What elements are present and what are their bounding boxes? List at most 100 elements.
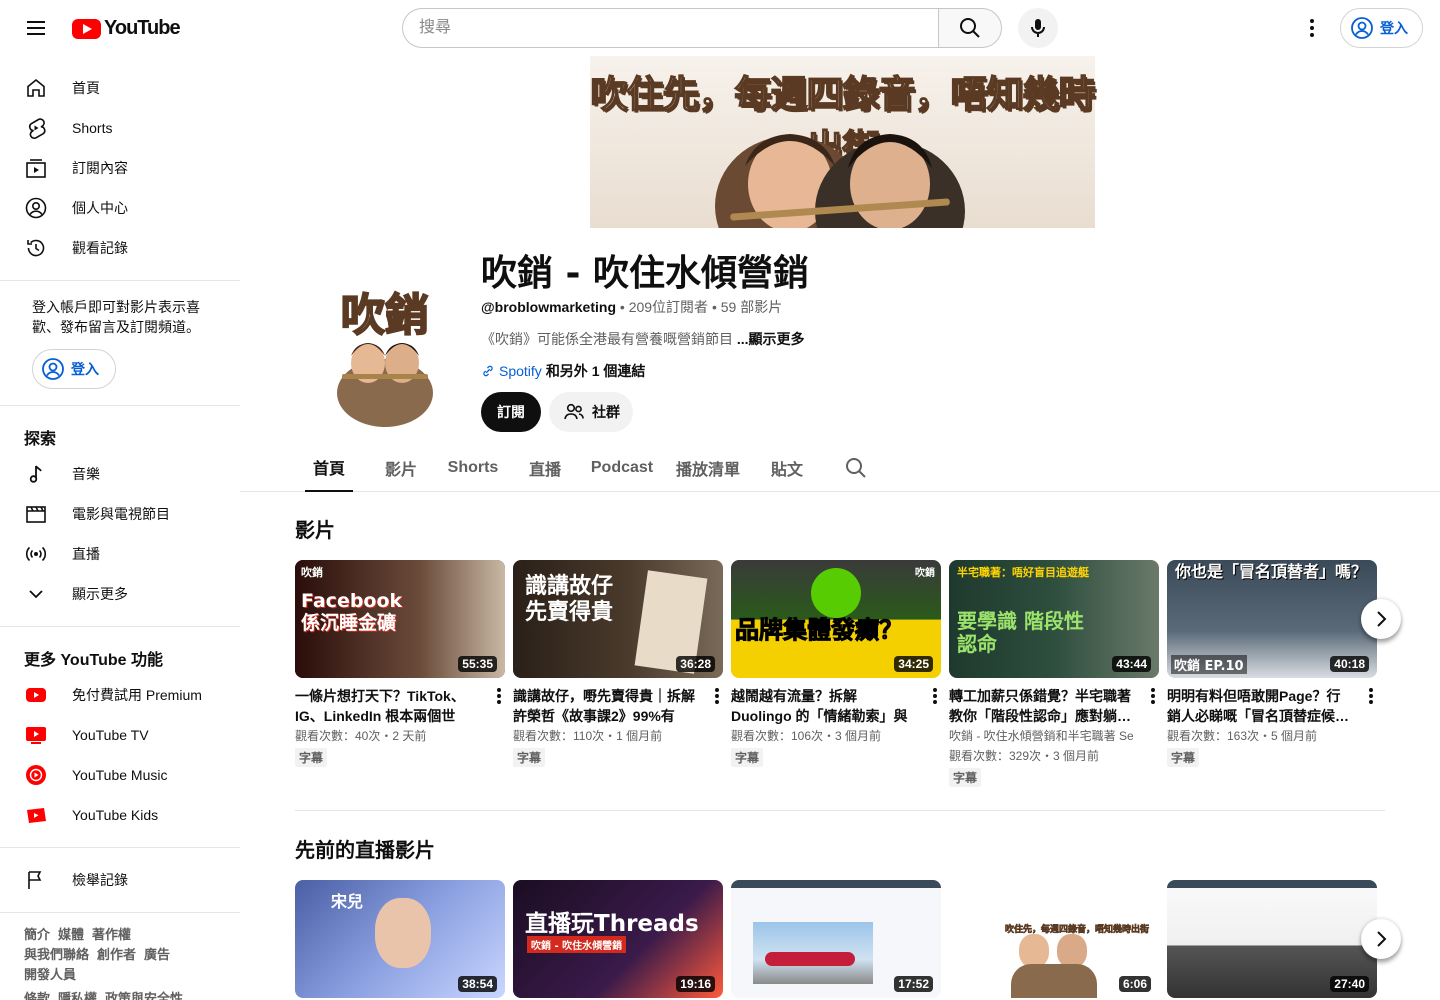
video-thumbnail[interactable]: 17:52 — [731, 880, 941, 998]
sidebar-item-movies[interactable]: 電影與電視節目 — [0, 494, 240, 534]
youtube-logo[interactable]: YouTube — [72, 17, 181, 40]
more-vert-icon[interactable] — [709, 684, 725, 708]
avatar-text: 吹銷 — [341, 290, 429, 341]
footer-link-advertise[interactable]: 廣告 — [144, 947, 170, 962]
video-title[interactable]: 明明有料但唔敢開Page？行銷人必睇嘅「冒名頂替症候… — [1167, 686, 1351, 726]
tab-posts[interactable]: 貼文 — [763, 444, 811, 492]
video-card[interactable]: 27:40 — [1167, 880, 1377, 998]
video-card[interactable]: 識講故仔 先賣得貴 36:28 識講故仔，嘢先賣得貴｜拆解許榮哲《故事課2》99… — [513, 560, 723, 767]
video-thumbnail[interactable]: 半宅職著：唔好盲目追遊艇 要學識 階段性認命 43:44 — [949, 560, 1159, 678]
thumbnail-text: Facebook 係沉睡金礦 — [301, 590, 403, 634]
video-card[interactable]: 吹住先，每週四錄音，唔知幾時出街 6:06 — [949, 880, 1159, 998]
sidebar-item-youtube-tv[interactable]: YouTube TV — [0, 715, 240, 755]
sidebar-item-youtube-kids[interactable]: YouTube Kids — [0, 795, 240, 835]
sidebar-item-music[interactable]: 音樂 — [0, 454, 240, 494]
channel-description[interactable]: 《吹銷》可能係全港最有營養嘅營銷節目 ...顯示更多 — [481, 329, 805, 349]
more-youtube-heading: 更多 YouTube 功能 — [24, 652, 163, 669]
subscribe-button[interactable]: 訂閱 — [481, 392, 541, 432]
video-thumbnail[interactable]: 直播玩Threads 吹銷 - 吹住水傾營銷 19:16 — [513, 880, 723, 998]
voice-search-button[interactable] — [1018, 8, 1058, 48]
sidebar-item-show-more[interactable]: 顯示更多 — [0, 574, 240, 614]
sidebar-divider — [0, 912, 240, 913]
footer-link-copyright[interactable]: 著作權 — [92, 927, 131, 942]
show-more-link[interactable]: ...顯示更多 — [737, 331, 805, 347]
video-channel[interactable]: 吹銷 - 吹住水傾營銷和半宅職著 Semi … — [949, 726, 1133, 746]
more-vert-icon[interactable] — [1145, 684, 1161, 708]
footer-link-creators[interactable]: 創作者 — [97, 947, 136, 962]
sidebar-item-label: 免付費試用 Premium — [72, 687, 202, 703]
footer-link-developers[interactable]: 開發人員 — [24, 967, 76, 982]
signin-button[interactable]: 登入 — [1340, 8, 1423, 48]
spotify-link[interactable]: Spotify — [499, 363, 542, 379]
footer-link-terms[interactable]: 條款 — [24, 991, 50, 1000]
sidebar-item-subscriptions[interactable]: 訂閱內容 — [0, 148, 240, 188]
video-card[interactable]: 宋兒 38:54 — [295, 880, 505, 998]
shelf-title-past-live[interactable]: 先前的直播影片 — [295, 834, 435, 863]
thumbnail-text: 品牌集體發癲？ — [735, 616, 904, 645]
sidebar-item-you[interactable]: 個人中心 — [0, 188, 240, 228]
sidebar-item-label: YouTube Kids — [72, 807, 159, 823]
channel-meta: @broblowmarketing • 209位訂閱者 • 59 部影片 — [481, 297, 782, 317]
video-thumbnail[interactable]: 品牌集體發癲？ 吹銷 34:25 — [731, 560, 941, 678]
sidebar-item-label: 直播 — [72, 546, 100, 562]
more-vert-icon[interactable] — [927, 684, 943, 708]
video-card[interactable]: 吹銷 Facebook 係沉睡金礦 55:35 一條片想打天下？TikTok、I… — [295, 560, 505, 767]
sidebar-item-live[interactable]: 直播 — [0, 534, 240, 574]
community-button[interactable]: 社群 — [549, 392, 633, 432]
footer-link-about[interactable]: 簡介 — [24, 927, 50, 942]
sidebar-item-report-history[interactable]: 檢舉記錄 — [0, 860, 240, 900]
sidebar-divider — [0, 847, 240, 848]
chevron-right-icon — [1377, 931, 1387, 947]
footer-link-policy[interactable]: 政策與安全性 — [105, 991, 183, 1000]
video-title[interactable]: 識講故仔，嘢先賣得貴｜拆解許榮哲《故事課2》99%有效… — [513, 686, 697, 726]
video-thumbnail[interactable]: 宋兒 38:54 — [295, 880, 505, 998]
shelf-next-button[interactable] — [1361, 919, 1401, 959]
microphone-icon — [1031, 19, 1045, 37]
sidebar-item-home[interactable]: 首頁 — [0, 68, 240, 108]
youtube-kids-icon — [24, 803, 48, 827]
tab-videos[interactable]: 影片 — [377, 444, 425, 492]
video-card[interactable]: 17:52 — [731, 880, 941, 998]
more-vert-icon[interactable] — [1363, 684, 1379, 708]
footer-link-privacy[interactable]: 隱私權 — [58, 991, 97, 1000]
footer-link-press[interactable]: 媒體 — [58, 927, 84, 942]
video-thumbnail[interactable]: 吹銷 Facebook 係沉睡金礦 55:35 — [295, 560, 505, 678]
more-links[interactable]: 和另外 1 個連結 — [546, 361, 646, 381]
video-card[interactable]: 你也是「冒名頂替者」嗎？ 吹銷 EP.10 40:18 明明有料但唔敢開Page… — [1167, 560, 1377, 767]
video-thumbnail[interactable]: 吹住先，每週四錄音，唔知幾時出街 6:06 — [949, 880, 1159, 998]
settings-more-button[interactable] — [1292, 8, 1332, 48]
video-thumbnail[interactable]: 識講故仔 先賣得貴 36:28 — [513, 560, 723, 678]
video-title[interactable]: 一條片想打天下？TikTok、IG、LinkedIn 根本兩個世界… — [295, 686, 479, 726]
sidebar-item-shorts[interactable]: Shorts — [0, 108, 240, 148]
shelf-title-videos[interactable]: 影片 — [295, 514, 335, 543]
sidebar-item-history[interactable]: 觀看記錄 — [0, 228, 240, 268]
search-icon[interactable] — [844, 456, 868, 480]
video-thumbnail[interactable]: 27:40 — [1167, 880, 1377, 998]
more-vert-icon[interactable] — [491, 684, 507, 708]
video-duration: 43:44 — [1112, 656, 1151, 672]
tab-home[interactable]: 首頁 — [305, 444, 353, 492]
tab-live[interactable]: 直播 — [521, 444, 569, 492]
channel-avatar[interactable]: 吹銷 — [320, 278, 450, 428]
search-input[interactable] — [402, 8, 938, 48]
community-label: 社群 — [592, 404, 620, 420]
captions-badge: 字幕 — [1167, 748, 1200, 767]
signin-label: 登入 — [1380, 20, 1408, 36]
video-title[interactable]: 越鬧越有流量？拆解 Duolingo 的「情緒勒索」與發癲行銷… — [731, 686, 915, 726]
shelf-next-button[interactable] — [1361, 599, 1401, 639]
sidebar-item-premium[interactable]: 免付費試用 Premium — [0, 675, 240, 715]
sidebar-signin-button[interactable]: 登入 — [32, 349, 116, 389]
tab-podcast[interactable]: Podcast — [589, 444, 655, 492]
video-card[interactable]: 直播玩Threads 吹銷 - 吹住水傾營銷 19:16 — [513, 880, 723, 998]
video-title[interactable]: 轉工加薪只係錯覺？半宅職著教你「階段性認命」應對躺… — [949, 686, 1133, 726]
sidebar-item-youtube-music[interactable]: YouTube Music — [0, 755, 240, 795]
footer-link-contact[interactable]: 與我們聯絡 — [24, 947, 89, 962]
search-button[interactable] — [938, 8, 1002, 48]
video-card[interactable]: 品牌集體發癲？ 吹銷 34:25 越鬧越有流量？拆解 Duolingo 的「情緒… — [731, 560, 941, 767]
thumbnail-tag: 吹銷 — [915, 568, 935, 579]
tab-shorts[interactable]: Shorts — [445, 444, 501, 492]
video-thumbnail[interactable]: 你也是「冒名頂替者」嗎？ 吹銷 EP.10 40:18 — [1167, 560, 1377, 678]
tab-playlists[interactable]: 播放清單 — [673, 444, 743, 492]
menu-icon[interactable] — [16, 8, 56, 48]
video-card[interactable]: 半宅職著：唔好盲目追遊艇 要學識 階段性認命 43:44 轉工加薪只係錯覺？半宅… — [949, 560, 1159, 787]
